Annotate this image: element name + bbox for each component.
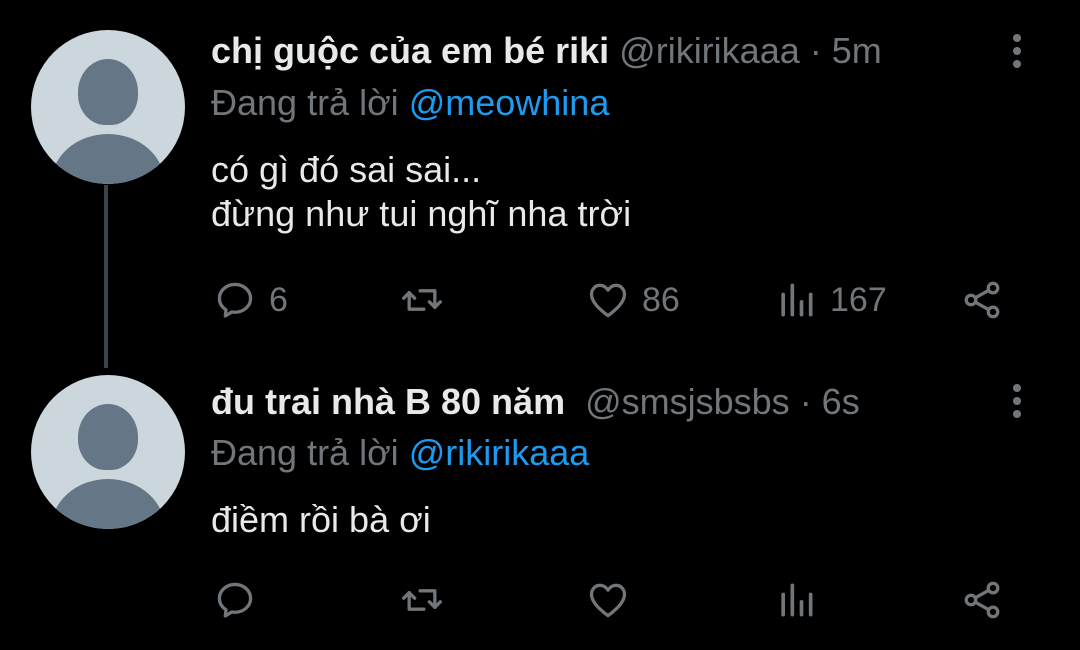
reply-icon: [217, 282, 253, 318]
timestamp[interactable]: · 5m: [810, 30, 882, 71]
tweet-text-line: điềm rồi bà ơi: [211, 499, 431, 540]
tweet-header: chị guộc của em bé riki @rikirikaaa · 5m: [211, 30, 882, 72]
user-handle[interactable]: @smsjsbsbs: [585, 381, 790, 422]
reply-mention-link[interactable]: @meowhina: [409, 82, 610, 123]
user-handle[interactable]: @rikirikaaa: [619, 30, 800, 71]
reply-context: Đang trả lời @meowhina: [211, 82, 609, 124]
more-icon: [1013, 384, 1021, 392]
reply-button[interactable]: 6: [213, 278, 288, 322]
more-icon: [1013, 34, 1021, 42]
tweet-header: đu trai nhà B 80 năm @smsjsbsbs · 6s: [211, 381, 860, 423]
more-icon-dot: [1013, 60, 1021, 68]
tweet-1[interactable]: chị guộc của em bé riki @rikirikaaa · 5m…: [0, 0, 1080, 360]
tweet-text-line: đừng như tui nghĩ nha trời: [211, 193, 632, 234]
retweet-icon: [402, 289, 442, 311]
like-icon: [589, 583, 627, 618]
more-options-button[interactable]: [1007, 384, 1027, 423]
avatar-body-shape: [51, 479, 165, 529]
like-button[interactable]: 86: [586, 278, 680, 322]
retweet-button[interactable]: [400, 278, 444, 322]
reply-context: Đang trả lời @rikirikaaa: [211, 432, 589, 474]
tweet-2[interactable]: đu trai nhà B 80 năm @smsjsbsbs · 6s Đan…: [0, 360, 1080, 650]
like-icon: [589, 283, 627, 318]
tweet-text: điềm rồi bà ơi: [211, 498, 431, 542]
avatar-head-shape: [78, 404, 138, 470]
more-options-button[interactable]: [1007, 34, 1027, 73]
like-count: 86: [642, 280, 680, 319]
reply-prefix: Đang trả lời: [211, 432, 399, 473]
thread-connector-line: [104, 185, 108, 368]
views-icon: [781, 583, 813, 617]
retweet-button[interactable]: [400, 578, 444, 622]
share-button[interactable]: [960, 278, 1004, 322]
share-icon: [964, 581, 1000, 619]
views-icon: [781, 283, 813, 317]
reply-prefix: Đang trả lời: [211, 82, 399, 123]
views-button[interactable]: 167: [774, 278, 887, 322]
avatar[interactable]: [31, 30, 185, 184]
like-button[interactable]: [586, 578, 630, 622]
share-button[interactable]: [960, 578, 1004, 622]
views-button[interactable]: [774, 578, 818, 622]
reply-mention-link[interactable]: @rikirikaaa: [409, 432, 590, 473]
reply-count: 6: [269, 280, 288, 319]
tweet-text: có gì đó sai sai... đừng như tui nghĩ nh…: [211, 148, 631, 236]
retweet-icon: [402, 589, 442, 611]
views-count: 167: [830, 280, 887, 319]
share-icon: [964, 281, 1000, 319]
reply-icon: [217, 582, 253, 618]
more-icon-dot: [1013, 410, 1021, 418]
avatar-body-shape: [51, 134, 165, 184]
avatar[interactable]: [31, 375, 185, 529]
avatar-head-shape: [78, 59, 138, 125]
tweet-text-line: có gì đó sai sai...: [211, 149, 482, 190]
display-name[interactable]: chị guộc của em bé riki: [211, 30, 609, 71]
reply-button[interactable]: [213, 578, 257, 622]
display-name[interactable]: đu trai nhà B 80 năm: [211, 381, 565, 422]
timestamp[interactable]: · 6s: [800, 381, 860, 422]
more-icon-dot: [1013, 47, 1021, 55]
more-icon-dot: [1013, 397, 1021, 405]
